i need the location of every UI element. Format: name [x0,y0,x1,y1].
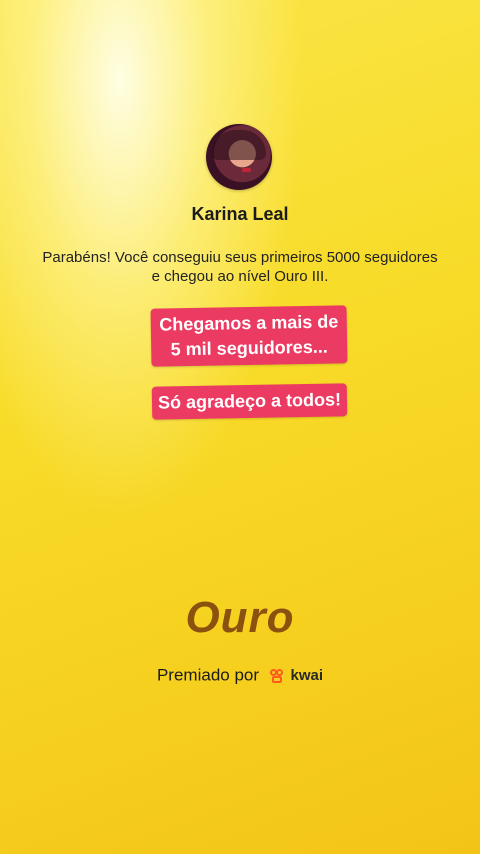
sticker-thanks: Só agradeço a todos! [151,383,348,420]
sticker-line-2: 5 mil seguidores... [170,336,328,360]
level-title: Ouro [185,593,295,642]
sticker-line-1: Chegamos a mais de [159,311,339,335]
sticker-followers: Chegamos a mais de 5 mil seguidores... [150,305,348,367]
avatar-detail [242,168,251,172]
kwai-brand-text: kwai [290,667,324,685]
sticker-thanks-text: Só agradeço a todos! [157,389,342,413]
avatar-hair [212,130,266,160]
profile-name: Karina Leal [191,204,289,224]
profile-avatar[interactable] [206,124,272,190]
award-prefix: Premiado por [156,665,260,685]
kwai-logo-icon [269,668,284,683]
award-line: Premiado por kwai [0,665,480,686]
congrats-message: Parabéns! Você conseguiu seus primeiros … [42,249,438,285]
